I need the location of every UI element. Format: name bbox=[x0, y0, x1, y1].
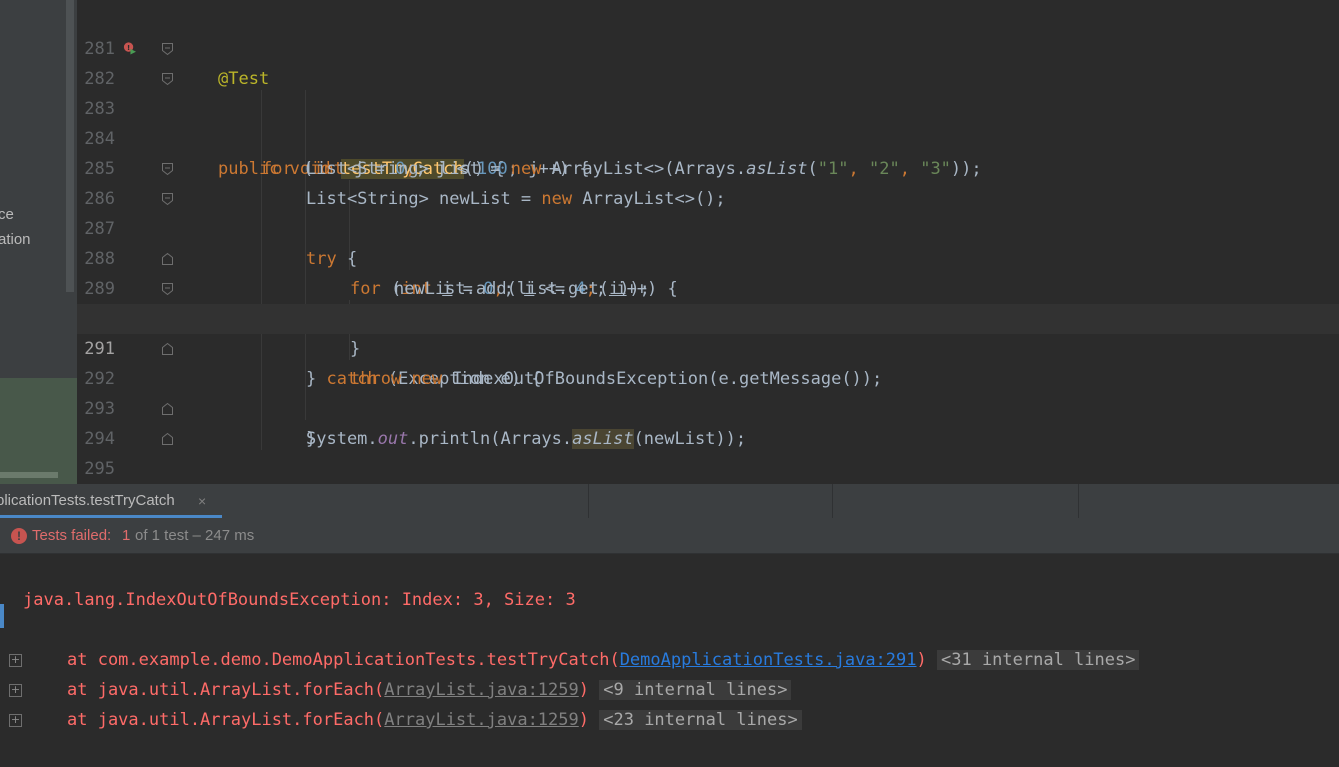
fold-end-icon[interactable] bbox=[161, 402, 174, 416]
current-code-line[interactable]: 291 throw new IndexOutOfBoundsException(… bbox=[77, 304, 1339, 389]
run-tool-window-header: plicationTests.testTryCatch × bbox=[0, 484, 1339, 519]
project-scrollbar[interactable] bbox=[66, 0, 74, 292]
source-link[interactable]: ArrayList.java:1259 bbox=[384, 680, 578, 700]
fold-icon[interactable] bbox=[161, 282, 174, 296]
header-divider bbox=[1078, 484, 1079, 518]
svg-text:!: ! bbox=[127, 43, 130, 52]
fold-end-icon[interactable] bbox=[161, 252, 174, 266]
code-line[interactable]: 296 } bbox=[77, 454, 1339, 484]
fold-icon[interactable] bbox=[161, 192, 174, 206]
code-line[interactable]: 287 for (int i = 0;; i <= 4;; i++) { bbox=[77, 184, 1339, 299]
run-tab-label: plicationTests.testTryCatch bbox=[0, 492, 175, 509]
header-divider bbox=[588, 484, 589, 518]
code-line[interactable]: 281 @Test bbox=[77, 4, 1339, 89]
run-test-failed-icon[interactable]: ! bbox=[123, 41, 136, 55]
code-line[interactable]: 295 } bbox=[77, 424, 1339, 479]
internal-lines-fold[interactable]: <23 internal lines> bbox=[599, 710, 802, 730]
fold-icon[interactable] bbox=[161, 162, 174, 176]
source-link[interactable]: ArrayList.java:1259 bbox=[384, 710, 578, 730]
exception-message: java.lang.IndexOutOfBoundsException: Ind… bbox=[23, 590, 576, 610]
expand-icon[interactable]: + bbox=[9, 684, 22, 697]
stack-frame: at java.util.ArrayList.forEach(ArrayList… bbox=[67, 705, 802, 735]
tests-summary: of 1 test – 247 ms bbox=[135, 527, 255, 544]
console-gutter-marker bbox=[0, 604, 4, 628]
project-tree-item[interactable]: ation bbox=[0, 231, 31, 248]
fold-icon[interactable] bbox=[161, 42, 174, 56]
code-line[interactable]: 294 } bbox=[77, 394, 1339, 449]
project-tool-window: ce ation bbox=[0, 0, 77, 484]
console-output[interactable]: java.lang.IndexOutOfBoundsException: Ind… bbox=[0, 554, 1339, 767]
code-line[interactable]: 284 List<String> list = new ArrayList<>(… bbox=[77, 94, 1339, 179]
code-line[interactable]: 290 } catch (Exception e) { bbox=[77, 274, 1339, 389]
code-line[interactable]: 292 } bbox=[77, 334, 1339, 449]
header-divider bbox=[832, 484, 833, 518]
project-tree-item[interactable]: ce bbox=[0, 206, 14, 223]
code-line[interactable]: 283 for (int j = 0;; j < 100; j++) { bbox=[77, 64, 1339, 179]
code-line[interactable]: 282 ! public void testTryCatch() { bbox=[77, 34, 1339, 179]
tests-failed-label: Tests failed: bbox=[32, 527, 112, 544]
code-line[interactable]: 285 List<String> newList = new ArrayList… bbox=[77, 124, 1339, 209]
fold-end-icon[interactable] bbox=[161, 342, 174, 356]
test-status-bar: ! Tests failed: 1 of 1 test – 247 ms bbox=[0, 518, 1339, 554]
internal-lines-fold[interactable]: <9 internal lines> bbox=[599, 680, 792, 700]
code-line[interactable]: 293 System.out.println(Arrays.asList(new… bbox=[77, 364, 1339, 449]
stack-frame: at java.util.ArrayList.forEach(ArrayList… bbox=[67, 675, 792, 705]
source-link[interactable]: DemoApplicationTests.java:291 bbox=[620, 650, 917, 670]
close-icon[interactable]: × bbox=[198, 484, 206, 518]
code-editor[interactable]: 281 @Test 282 ! public void testTryCatch… bbox=[77, 0, 1339, 484]
error-icon: ! bbox=[11, 528, 27, 544]
fold-icon[interactable] bbox=[161, 72, 174, 86]
run-tab[interactable]: plicationTests.testTryCatch × bbox=[0, 484, 222, 518]
internal-lines-fold[interactable]: <31 internal lines> bbox=[937, 650, 1140, 670]
code-line[interactable]: 289 } bbox=[77, 244, 1339, 359]
fold-end-icon[interactable] bbox=[161, 432, 174, 446]
expand-icon[interactable]: + bbox=[9, 714, 22, 727]
expand-icon[interactable]: + bbox=[9, 654, 22, 667]
code-line[interactable]: 288 newList.add(list.get(i)); bbox=[77, 214, 1339, 299]
code-line[interactable]: 286 try { bbox=[77, 154, 1339, 269]
project-panel-lower-area bbox=[0, 378, 77, 484]
tests-failed-count: 1 bbox=[122, 527, 131, 544]
project-panel-hscrollbar[interactable] bbox=[0, 472, 58, 478]
stack-frame: at com.example.demo.DemoApplicationTests… bbox=[67, 645, 1140, 675]
